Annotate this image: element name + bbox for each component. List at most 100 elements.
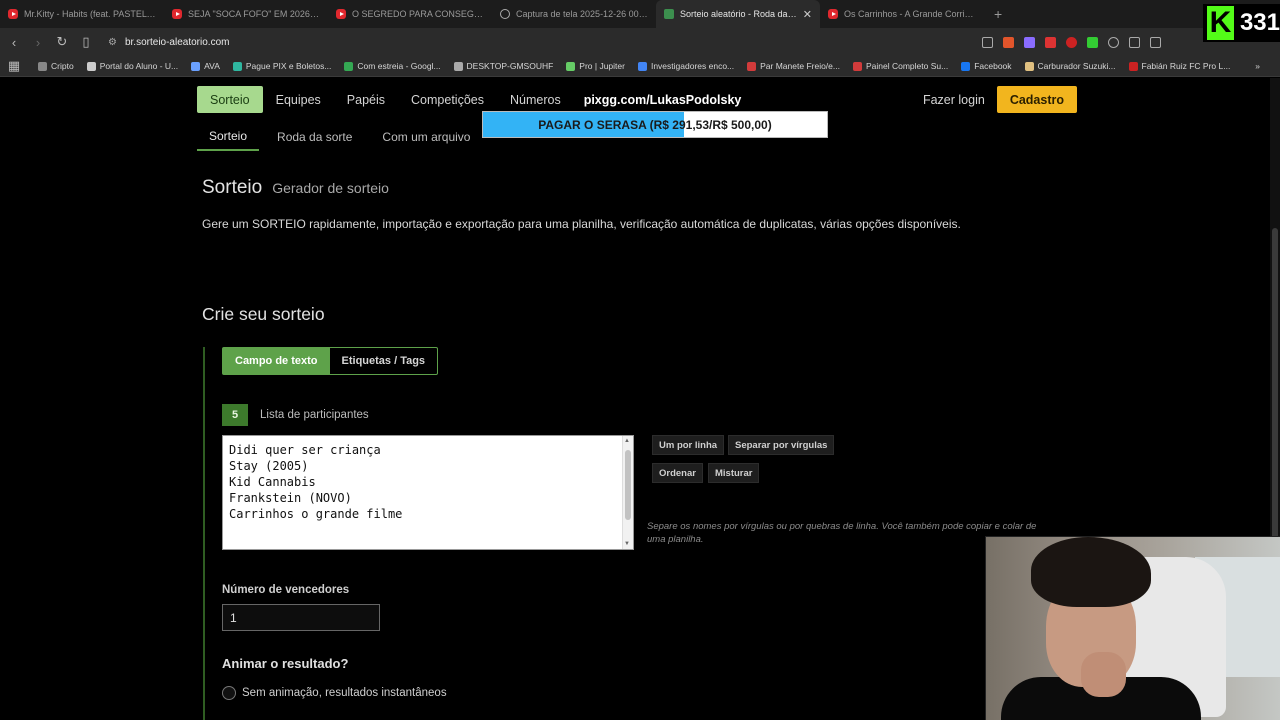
bookmark-item[interactable]: DESKTOP-GMSOUHF	[453, 61, 554, 71]
browser-tab[interactable]: Os Carrinhos - A Grande Corrida - YouTub…	[820, 0, 984, 28]
youtube-icon	[8, 9, 18, 19]
subnav-com-um-arquivo[interactable]: Com um arquivo	[370, 123, 482, 151]
participant-line: Kid Cannabis	[229, 475, 316, 489]
extension-toolbar	[982, 36, 1161, 48]
participant-line: Carrinhos o grande filme	[229, 507, 403, 521]
url-text: br.sorteio-aleatorio.com	[124, 36, 230, 48]
browser-tab-active[interactable]: Sorteio aleatório - Roda da sorte ✕	[656, 0, 820, 28]
winners-label: Número de vencedores	[222, 584, 350, 596]
bookmark-label: Cripto	[51, 61, 74, 71]
puzzle-icon[interactable]	[1129, 36, 1140, 48]
bookmark-item[interactable]: Pro | Jupiter	[566, 61, 625, 71]
browser-tab[interactable]: O SEGREDO PARA CONSEGUIR GUARDAR	[328, 0, 492, 28]
bookmark-item[interactable]: Portal do Aluno - U...	[86, 61, 179, 71]
nav-item-sorteio[interactable]: Sorteio	[197, 86, 263, 113]
bookmark-item[interactable]: Painel Completo Su...	[852, 61, 949, 71]
animation-option[interactable]: Sem animação, resultados instantâneos	[222, 686, 447, 700]
webcam-overlay	[985, 536, 1280, 720]
textarea-scrollbar[interactable]: ▲ ▼	[622, 436, 633, 549]
bookmark-item[interactable]: Cripto	[38, 61, 74, 71]
bookmark-icon	[38, 61, 47, 71]
participant-count-badge: 5	[222, 404, 248, 426]
webcam-person-hand	[1081, 652, 1126, 697]
page-heading: Sorteio Gerador de sorteio	[202, 177, 389, 199]
bookmark-label: DESKTOP-GMSOUHF	[466, 61, 554, 71]
extension-icon[interactable]	[1045, 36, 1056, 48]
participants-list: Didi quer ser criança Stay (2005) Kid Ca…	[229, 442, 402, 522]
globe-icon	[500, 9, 510, 19]
textarea-scroll-thumb[interactable]	[625, 450, 631, 520]
bookmark-item[interactable]: Investigadores enco...	[637, 61, 735, 71]
participant-line: Stay (2005)	[229, 459, 309, 473]
extension-icon[interactable]	[1108, 36, 1119, 48]
new-tab-button[interactable]: +	[984, 6, 1012, 22]
bookmark-label: Painel Completo Su...	[865, 61, 949, 71]
bookmark-label: AVA	[204, 61, 220, 71]
login-link[interactable]: Fazer login	[911, 93, 997, 107]
one-per-line-button[interactable]: Um por linha	[652, 435, 725, 455]
extension-icon[interactable]	[1024, 36, 1035, 48]
viewer-count: 331	[1239, 9, 1280, 36]
bookmark-icon	[232, 61, 242, 71]
bookmark-label: Par Manete Freio/e...	[760, 61, 840, 71]
reload-icon[interactable]: ↻	[52, 34, 72, 50]
bookmark-label: Com estreia - Googl...	[357, 61, 441, 71]
bookmark-icon	[961, 61, 971, 71]
participants-label: Lista de participantes	[260, 409, 369, 421]
site-info-icon[interactable]: ⚙	[108, 37, 117, 48]
input-mode-toggle: Campo de texto Etiquetas / Tags	[222, 347, 439, 375]
forward-icon[interactable]: ›	[28, 35, 48, 50]
bookmark-item[interactable]: Com estreia - Googl...	[344, 61, 441, 71]
browser-tab[interactable]: Mr.Kitty - Habits (feat. PASTEL GHOST)	[0, 0, 164, 28]
nav-item-equipes[interactable]: Equipes	[263, 86, 334, 113]
radio-label: Sem animação, resultados instantâneos	[242, 687, 447, 699]
bookmark-item[interactable]: Carburador Suzuki...	[1024, 61, 1116, 71]
bookmark-item[interactable]: Facebook	[961, 61, 1012, 71]
subnav-sorteio[interactable]: Sorteio	[197, 123, 260, 151]
bookmark-item[interactable]: Fabián Ruiz FC Pro L...	[1128, 61, 1230, 71]
bookmark-label: Carburador Suzuki...	[1037, 61, 1116, 71]
nav-item-papeis[interactable]: Papéis	[334, 86, 398, 113]
nav-item-numeros[interactable]: Números	[497, 86, 574, 113]
signup-button[interactable]: Cadastro	[996, 86, 1077, 113]
bookmark-icon[interactable]: ▯	[76, 34, 96, 50]
extension-icon[interactable]	[1066, 36, 1077, 48]
close-tab-icon[interactable]: ✕	[803, 8, 812, 21]
youtube-icon	[828, 9, 838, 19]
youtube-icon	[336, 9, 346, 19]
page-title: Sorteio	[202, 177, 263, 198]
extension-icon[interactable]	[1087, 36, 1098, 48]
winners-input[interactable]: 1	[222, 604, 380, 631]
screenshot-icon[interactable]	[1150, 36, 1161, 48]
apps-grid-icon[interactable]: ▦	[4, 58, 24, 74]
bookmark-icon	[1128, 61, 1138, 71]
bookmark-label: Pro | Jupiter	[579, 61, 625, 71]
sheet-icon	[664, 9, 674, 19]
split-commas-button[interactable]: Separar por vírgulas	[728, 435, 835, 455]
scroll-down-icon[interactable]: ▼	[624, 541, 630, 547]
bookmark-icon	[566, 61, 576, 71]
tab-etiquetas-tags[interactable]: Etiquetas / Tags	[330, 348, 438, 374]
bookmark-label: Investigadores enco...	[650, 61, 735, 71]
url-field[interactable]: ⚙ br.sorteio-aleatorio.com	[104, 31, 974, 53]
tab-campo-de-texto[interactable]: Campo de texto	[223, 348, 330, 374]
share-icon[interactable]	[982, 36, 993, 48]
tab-title: O SEGREDO PARA CONSEGUIR GUARDAR	[352, 9, 484, 19]
bookmark-item[interactable]: Pague PIX e Boletos...	[232, 61, 331, 71]
brave-shield-icon[interactable]	[1003, 36, 1014, 48]
participants-textarea[interactable]: Didi quer ser criança Stay (2005) Kid Ca…	[222, 435, 634, 550]
bookmark-label: Portal do Aluno - U...	[99, 61, 179, 71]
subnav-roda-da-sorte[interactable]: Roda da sorte	[265, 123, 364, 151]
bookmark-item[interactable]: AVA	[191, 61, 220, 71]
scroll-up-icon[interactable]: ▲	[624, 438, 630, 444]
browser-tab[interactable]: Captura de tela 2025-12-26 005846.png	[492, 0, 656, 28]
nav-item-competicoes[interactable]: Competições	[398, 86, 497, 113]
more-bookmarks-icon[interactable]: »	[1255, 61, 1260, 71]
bookmark-item[interactable]: Par Manete Freio/e...	[747, 61, 840, 71]
section-title: Crie seu sorteio	[202, 304, 325, 324]
back-icon[interactable]: ‹	[4, 35, 24, 50]
sort-button[interactable]: Ordenar	[652, 463, 703, 483]
shuffle-button[interactable]: Misturar	[708, 463, 760, 483]
radio-no-animation[interactable]	[222, 686, 236, 700]
browser-tab[interactable]: SEJA "SOCA FOFO" EM 2026 - YouTube	[164, 0, 328, 28]
